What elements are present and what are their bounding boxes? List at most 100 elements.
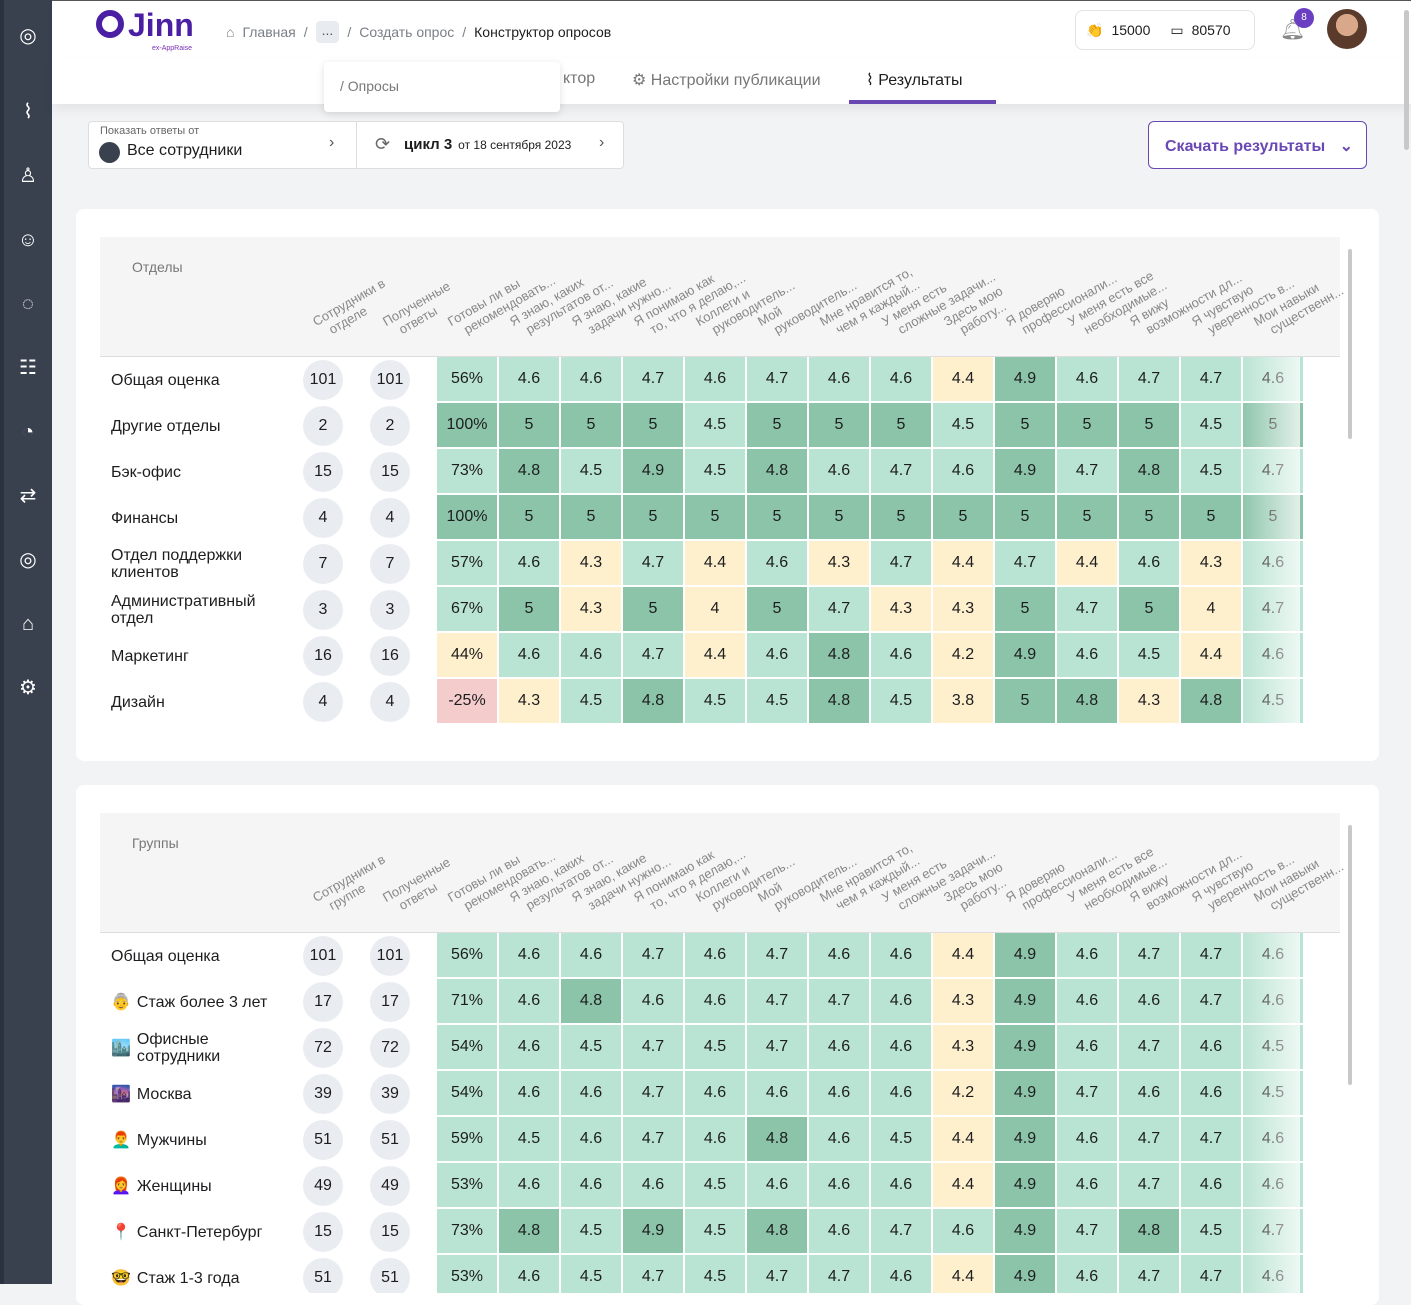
score-cell[interactable]: 4.6: [1119, 979, 1179, 1023]
score-cell[interactable]: 4.7: [1181, 933, 1241, 977]
score-cell[interactable]: 4.7: [995, 541, 1055, 585]
table-row[interactable]: Административный отдел 3 3 67% 5 4.3 5 4 5 4.7 4.3…: [100, 587, 1340, 633]
enps-cell[interactable]: -25%: [437, 679, 497, 723]
audience-selector[interactable]: Показать ответы от Все сотрудники ›: [89, 122, 357, 168]
table-row[interactable]: Бэк-офис 15 15 73% 4.8 4.5 4.9 4.5 4.8 4.6 4.7 4.6 4…: [100, 449, 1340, 495]
table-scrollbar[interactable]: [1348, 249, 1352, 439]
enps-cell[interactable]: 54%: [437, 1025, 497, 1069]
enps-cell[interactable]: 57%: [437, 541, 497, 585]
team-icon[interactable]: ☺: [12, 224, 44, 256]
score-cell[interactable]: 4: [685, 587, 745, 631]
score-cell[interactable]: 4.6: [809, 1025, 869, 1069]
score-cell[interactable]: 4.5: [685, 679, 745, 723]
score-cell[interactable]: 4.4: [933, 357, 993, 401]
table-row[interactable]: Общая оценка 101 101 56% 4.6 4.6 4.7 4.6 4.7 4.6 4…: [100, 357, 1340, 403]
score-cell[interactable]: 4.8: [747, 449, 807, 493]
score-cell[interactable]: 4.6: [623, 1163, 683, 1207]
score-cell[interactable]: 5: [1119, 403, 1179, 447]
score-cell[interactable]: 4.5: [685, 1163, 745, 1207]
score-cell[interactable]: 4.9: [995, 1117, 1055, 1161]
enps-cell[interactable]: 59%: [437, 1117, 497, 1161]
target-icon[interactable]: ◎: [12, 544, 44, 576]
score-cell[interactable]: 5: [995, 679, 1055, 723]
score-cell[interactable]: 4.9: [995, 933, 1055, 977]
score-cell[interactable]: 4.6: [747, 1071, 807, 1115]
score-cell[interactable]: 4.6: [933, 1209, 993, 1253]
score-cell[interactable]: 4.9: [995, 1025, 1055, 1069]
score-cell[interactable]: 4.7: [1119, 1117, 1179, 1161]
score-cell[interactable]: 4.4: [933, 933, 993, 977]
score-cell[interactable]: 4.5: [747, 679, 807, 723]
score-cell[interactable]: 4.2: [933, 633, 993, 677]
score-cell[interactable]: 4.5: [1181, 403, 1241, 447]
score-cell[interactable]: 4.3: [561, 541, 621, 585]
score-cell[interactable]: 4.5: [871, 1117, 931, 1161]
score-cell[interactable]: 4.6: [809, 1071, 869, 1115]
enps-cell[interactable]: 71%: [437, 979, 497, 1023]
score-cell[interactable]: 5: [995, 495, 1055, 539]
score-cell[interactable]: 5: [995, 403, 1055, 447]
score-cell[interactable]: 5: [1057, 495, 1117, 539]
score-cell[interactable]: 4.2: [933, 1071, 993, 1115]
score-cell[interactable]: 4.6: [747, 1163, 807, 1207]
score-cell[interactable]: 5: [623, 495, 683, 539]
score-cell[interactable]: 4.7: [747, 357, 807, 401]
score-cell[interactable]: 4.6: [747, 633, 807, 677]
score-cell[interactable]: 5: [933, 495, 993, 539]
score-cell[interactable]: 4.7: [809, 587, 869, 631]
score-cell[interactable]: 4.5: [561, 1025, 621, 1069]
score-cell[interactable]: 5: [871, 403, 931, 447]
score-cell[interactable]: 4.4: [685, 633, 745, 677]
score-cell[interactable]: 4.6: [499, 541, 559, 585]
score-cell[interactable]: 4.4: [685, 541, 745, 585]
score-cell[interactable]: 4.6: [747, 541, 807, 585]
score-cell[interactable]: 4.7: [1181, 1117, 1241, 1161]
score-cell[interactable]: 5: [499, 587, 559, 631]
score-cell[interactable]: 4.6: [561, 357, 621, 401]
score-cell[interactable]: 4.5: [685, 403, 745, 447]
score-cell[interactable]: 4.6: [1057, 1025, 1117, 1069]
score-cell[interactable]: 4.9: [995, 449, 1055, 493]
score-cell[interactable]: 4.7: [1119, 357, 1179, 401]
score-cell[interactable]: 4.6: [561, 933, 621, 977]
score-cell[interactable]: 4.6: [1057, 1163, 1117, 1207]
score-cell[interactable]: 4.7: [871, 541, 931, 585]
score-cell[interactable]: 4.5: [1119, 633, 1179, 677]
gift-icon[interactable]: ⌂: [12, 608, 44, 640]
score-cell[interactable]: 5: [1181, 495, 1241, 539]
score-cell[interactable]: 4.8: [561, 979, 621, 1023]
score-cell[interactable]: 4.7: [1057, 1071, 1117, 1115]
score-cell[interactable]: 4.9: [995, 1071, 1055, 1115]
table-row[interactable]: Другие отделы22100%5554.55554.55554.55: [100, 403, 1340, 449]
score-cell[interactable]: 4.5: [1181, 1209, 1241, 1253]
score-cell[interactable]: 4.6: [685, 357, 745, 401]
score-cell[interactable]: 4.8: [1181, 679, 1241, 723]
score-cell[interactable]: 4.6: [871, 1163, 931, 1207]
table-row[interactable]: 🏙️ Офисные сотрудники 72 72 54% 4.6 4.5 4.7 4.5 4…: [100, 1025, 1340, 1071]
breadcrumb-create-survey[interactable]: Создать опрос: [359, 24, 454, 40]
score-cell[interactable]: 4.7: [871, 1209, 931, 1253]
score-cell[interactable]: 4.8: [623, 679, 683, 723]
score-cell[interactable]: 4.6: [1181, 1025, 1241, 1069]
score-cell[interactable]: 4.5: [561, 679, 621, 723]
table-row[interactable]: 🌆 Москва 39 39 54% 4.6 4.6 4.7 4.6 4.6 4.6 4.6 4.2 4.…: [100, 1071, 1340, 1117]
score-cell[interactable]: 4.6: [561, 1163, 621, 1207]
score-cell[interactable]: 4.7: [1119, 933, 1179, 977]
score-cell[interactable]: 4.7: [809, 1255, 869, 1293]
org-chart-icon[interactable]: ☷: [12, 352, 44, 384]
score-cell[interactable]: 4.6: [871, 933, 931, 977]
enps-cell[interactable]: 53%: [437, 1163, 497, 1207]
score-cell[interactable]: 5: [623, 403, 683, 447]
score-cell[interactable]: 4.7: [623, 933, 683, 977]
score-cell[interactable]: 4.7: [623, 541, 683, 585]
score-cell[interactable]: 5: [809, 403, 869, 447]
score-cell[interactable]: 4.6: [685, 933, 745, 977]
score-cell[interactable]: 4.5: [561, 1209, 621, 1253]
score-cell[interactable]: 4.6: [499, 1025, 559, 1069]
score-cell[interactable]: 4.9: [995, 1163, 1055, 1207]
score-cell[interactable]: 4.6: [809, 1117, 869, 1161]
score-cell[interactable]: 4.7: [623, 1071, 683, 1115]
score-cell[interactable]: 4.8: [1119, 1209, 1179, 1253]
score-cell[interactable]: 4.9: [995, 1255, 1055, 1293]
tab-publication-settings[interactable]: ⚙ Настройки публикации: [632, 70, 821, 90]
